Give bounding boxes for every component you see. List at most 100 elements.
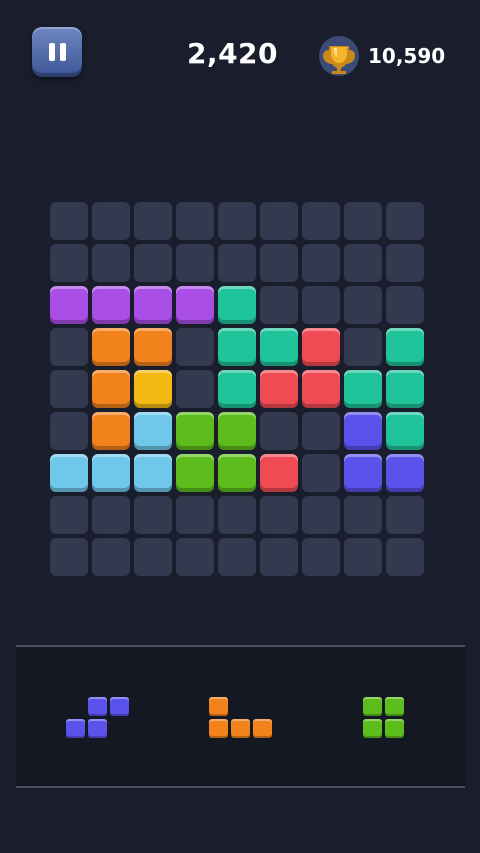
board-cell-teal[interactable] (260, 328, 298, 366)
board-cell-red[interactable] (302, 370, 340, 408)
board-cell-empty[interactable] (176, 202, 214, 240)
board-cell-empty[interactable] (302, 538, 340, 576)
green-square-piece[interactable] (362, 696, 404, 738)
board-cell-light-blue[interactable] (50, 454, 88, 492)
board-cell-empty[interactable] (176, 244, 214, 282)
board-cell-empty[interactable] (176, 370, 214, 408)
board-cell-empty[interactable] (386, 244, 424, 282)
board-cell-empty[interactable] (344, 328, 382, 366)
board-cell-empty[interactable] (344, 286, 382, 324)
board-cell-empty[interactable] (50, 496, 88, 534)
board-cell-purple[interactable] (92, 286, 130, 324)
board-cell-red[interactable] (260, 454, 298, 492)
blue-s-piece[interactable] (65, 696, 129, 738)
board-cell-purple[interactable] (176, 286, 214, 324)
board-cell-green[interactable] (218, 412, 256, 450)
board-cell-blue[interactable] (344, 454, 382, 492)
piece-block (362, 718, 382, 738)
board-cell-empty[interactable] (134, 496, 172, 534)
board-cell-empty[interactable] (260, 412, 298, 450)
board-cell-empty[interactable] (344, 538, 382, 576)
board-cell-blue[interactable] (386, 454, 424, 492)
best-score-value: 10,590 (368, 44, 446, 68)
board-cell-teal[interactable] (386, 328, 424, 366)
piece-block (109, 696, 129, 716)
board-cell-orange[interactable] (134, 328, 172, 366)
board-cell-light-blue[interactable] (134, 412, 172, 450)
board-cell-empty[interactable] (50, 538, 88, 576)
board-cell-green[interactable] (176, 412, 214, 450)
board-cell-empty[interactable] (302, 496, 340, 534)
piece-tray (16, 645, 465, 788)
board-cell-empty[interactable] (176, 538, 214, 576)
board-cell-empty[interactable] (92, 202, 130, 240)
board-cell-red[interactable] (260, 370, 298, 408)
board-cell-teal[interactable] (218, 328, 256, 366)
board-cell-empty[interactable] (218, 244, 256, 282)
board-cell-green[interactable] (218, 454, 256, 492)
board-cell-empty[interactable] (50, 412, 88, 450)
board-cell-green[interactable] (176, 454, 214, 492)
board-cell-teal[interactable] (386, 412, 424, 450)
board-cell-empty[interactable] (386, 202, 424, 240)
pause-button[interactable] (32, 27, 82, 77)
board-cell-teal[interactable] (218, 286, 256, 324)
best-score: 10,590 (318, 35, 445, 77)
board-cell-purple[interactable] (134, 286, 172, 324)
board-cell-yellow[interactable] (134, 370, 172, 408)
board-cell-empty[interactable] (302, 412, 340, 450)
board-cell-teal[interactable] (386, 370, 424, 408)
board-cell-empty[interactable] (344, 244, 382, 282)
board-cell-orange[interactable] (92, 328, 130, 366)
board-cell-empty[interactable] (50, 328, 88, 366)
board-cell-blue[interactable] (344, 412, 382, 450)
board-cell-empty[interactable] (92, 538, 130, 576)
game-board[interactable] (50, 202, 426, 578)
board-cell-empty[interactable] (218, 496, 256, 534)
board-cell-empty[interactable] (50, 370, 88, 408)
board-cell-light-blue[interactable] (92, 454, 130, 492)
piece-block (362, 696, 382, 716)
board-cell-empty[interactable] (386, 538, 424, 576)
board-cell-empty[interactable] (302, 244, 340, 282)
board-cell-empty[interactable] (218, 538, 256, 576)
piece-block (65, 718, 85, 738)
board-cell-empty[interactable] (302, 202, 340, 240)
board-cell-empty[interactable] (134, 244, 172, 282)
board-cell-empty[interactable] (260, 496, 298, 534)
piece-block (252, 718, 272, 738)
piece-block (208, 718, 228, 738)
board-cell-empty[interactable] (50, 202, 88, 240)
board-cell-teal[interactable] (218, 370, 256, 408)
board-cell-empty[interactable] (344, 202, 382, 240)
board-cell-red[interactable] (302, 328, 340, 366)
piece-block (230, 718, 250, 738)
board-cell-empty[interactable] (386, 286, 424, 324)
board-cell-empty[interactable] (92, 244, 130, 282)
board-cell-empty[interactable] (50, 244, 88, 282)
board-cell-empty[interactable] (260, 202, 298, 240)
piece-block (87, 696, 107, 716)
board-cell-empty[interactable] (344, 496, 382, 534)
board-cell-empty[interactable] (260, 244, 298, 282)
board-cell-empty[interactable] (386, 496, 424, 534)
trophy-icon (319, 36, 359, 76)
orange-j-piece[interactable] (208, 696, 272, 738)
board-cell-teal[interactable] (344, 370, 382, 408)
board-cell-empty[interactable] (218, 202, 256, 240)
board-cell-empty[interactable] (302, 286, 340, 324)
board-cell-empty[interactable] (260, 538, 298, 576)
piece-block (384, 718, 404, 738)
board-cell-empty[interactable] (134, 202, 172, 240)
board-cell-empty[interactable] (260, 286, 298, 324)
board-cell-orange[interactable] (92, 370, 130, 408)
board-cell-empty[interactable] (302, 454, 340, 492)
board-cell-empty[interactable] (92, 496, 130, 534)
board-cell-orange[interactable] (92, 412, 130, 450)
board-cell-light-blue[interactable] (134, 454, 172, 492)
board-cell-empty[interactable] (134, 538, 172, 576)
piece-block (384, 696, 404, 716)
board-cell-empty[interactable] (176, 496, 214, 534)
board-cell-empty[interactable] (176, 328, 214, 366)
board-cell-purple[interactable] (50, 286, 88, 324)
